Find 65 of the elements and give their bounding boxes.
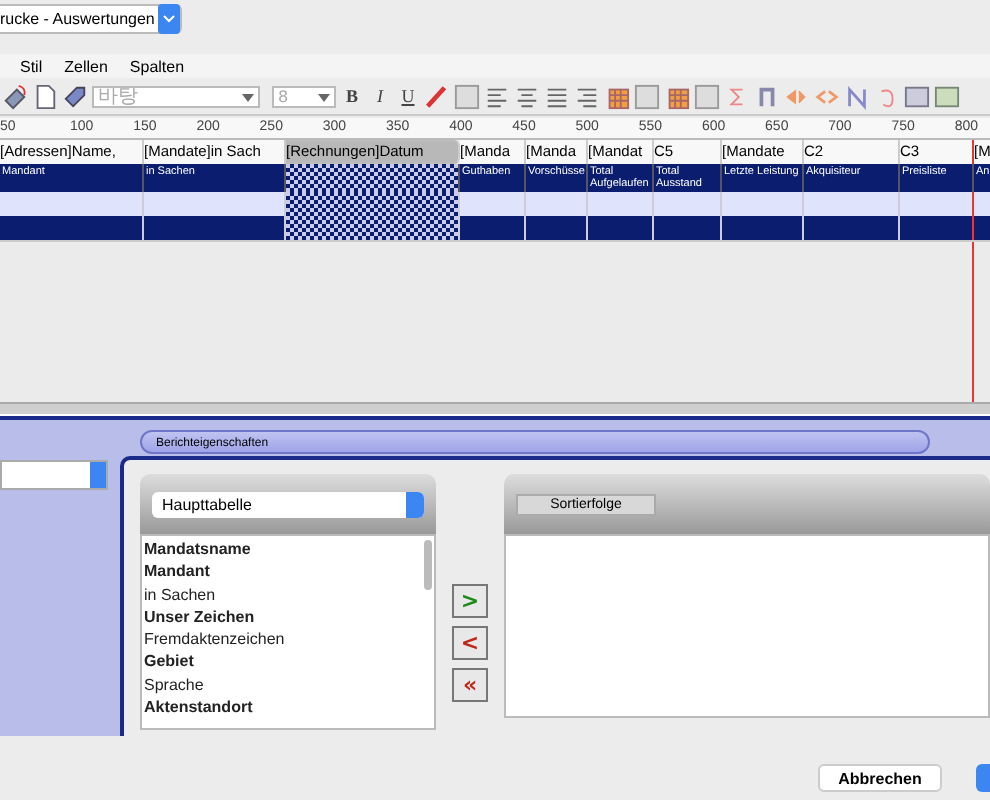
list-item[interactable]: Mandatsname — [144, 538, 434, 561]
grid-icon[interactable] — [634, 83, 660, 109]
table-cell — [804, 216, 900, 240]
cancel-button[interactable]: Abbrechen — [818, 764, 942, 792]
table-icon[interactable] — [604, 83, 630, 109]
caret-icon[interactable] — [318, 91, 330, 103]
chevron-icon — [158, 4, 181, 34]
text-style-button[interactable]: B — [340, 83, 364, 109]
grid-icon[interactable] — [694, 83, 720, 109]
table-cell — [460, 192, 526, 216]
stepper-icon — [90, 462, 106, 488]
table-cell — [654, 216, 722, 240]
list-item[interactable]: Unser Zeichen — [144, 605, 434, 629]
eraser-icon[interactable] — [2, 83, 28, 109]
list-item[interactable]: Sprache — [144, 673, 434, 697]
report-select[interactable]: rucke - Auswertungen — [0, 4, 183, 34]
document-icon[interactable] — [32, 83, 58, 109]
align-icon[interactable] — [574, 83, 600, 109]
menu-item[interactable]: Stil — [20, 57, 43, 75]
pencil-icon[interactable] — [424, 83, 450, 109]
menu-item[interactable]: Zellen — [64, 57, 108, 75]
move-button[interactable]: > — [452, 584, 488, 618]
list-item[interactable]: Fremdaktenzeichen — [144, 628, 434, 651]
layout-icon[interactable] — [934, 83, 960, 109]
caret-icon[interactable] — [242, 91, 254, 103]
table-cell — [900, 192, 974, 216]
move-button[interactable]: « — [452, 668, 488, 702]
layout-icon[interactable] — [904, 83, 930, 109]
move-button[interactable]: < — [452, 626, 488, 660]
table-cell — [526, 192, 588, 216]
table-cell — [0, 216, 144, 240]
panel-select[interactable] — [0, 460, 108, 490]
text-style-button[interactable]: I — [368, 83, 392, 109]
column-icon[interactable] — [754, 83, 780, 109]
table-icon[interactable] — [664, 83, 690, 109]
table-select[interactable]: Haupttabelle — [152, 491, 424, 517]
table-cell — [722, 192, 804, 216]
table-cell — [144, 192, 286, 216]
table-cell — [900, 216, 974, 240]
stepper-icon — [406, 491, 424, 517]
table-cell — [460, 216, 526, 240]
table-cell — [526, 216, 588, 240]
align-icon[interactable] — [544, 83, 570, 109]
scrollbar[interactable] — [424, 540, 432, 590]
grid-icon[interactable] — [454, 83, 480, 109]
text-style-button[interactable]: U — [396, 83, 420, 109]
list-item[interactable]: Aktenstandort — [144, 696, 434, 719]
table-cell — [144, 216, 286, 240]
menu-item[interactable]: Spalten — [129, 57, 185, 75]
list-item[interactable]: Gebiet — [144, 650, 434, 674]
table-cell — [804, 192, 900, 216]
n-icon[interactable] — [844, 83, 870, 109]
table-cell — [588, 192, 654, 216]
ok-button[interactable] — [976, 764, 990, 792]
size-field[interactable]: 8 — [272, 85, 336, 107]
table-cell — [0, 192, 144, 216]
list-item[interactable]: Mandant — [144, 560, 434, 584]
list-item[interactable]: in Sachen — [144, 583, 434, 606]
table-cell — [722, 216, 804, 240]
table-cell — [654, 192, 722, 216]
table-cell — [588, 216, 654, 240]
splitter[interactable] — [0, 402, 990, 416]
tag-icon[interactable] — [62, 83, 88, 109]
align-icon[interactable] — [514, 83, 540, 109]
align-icon[interactable] — [484, 83, 510, 109]
